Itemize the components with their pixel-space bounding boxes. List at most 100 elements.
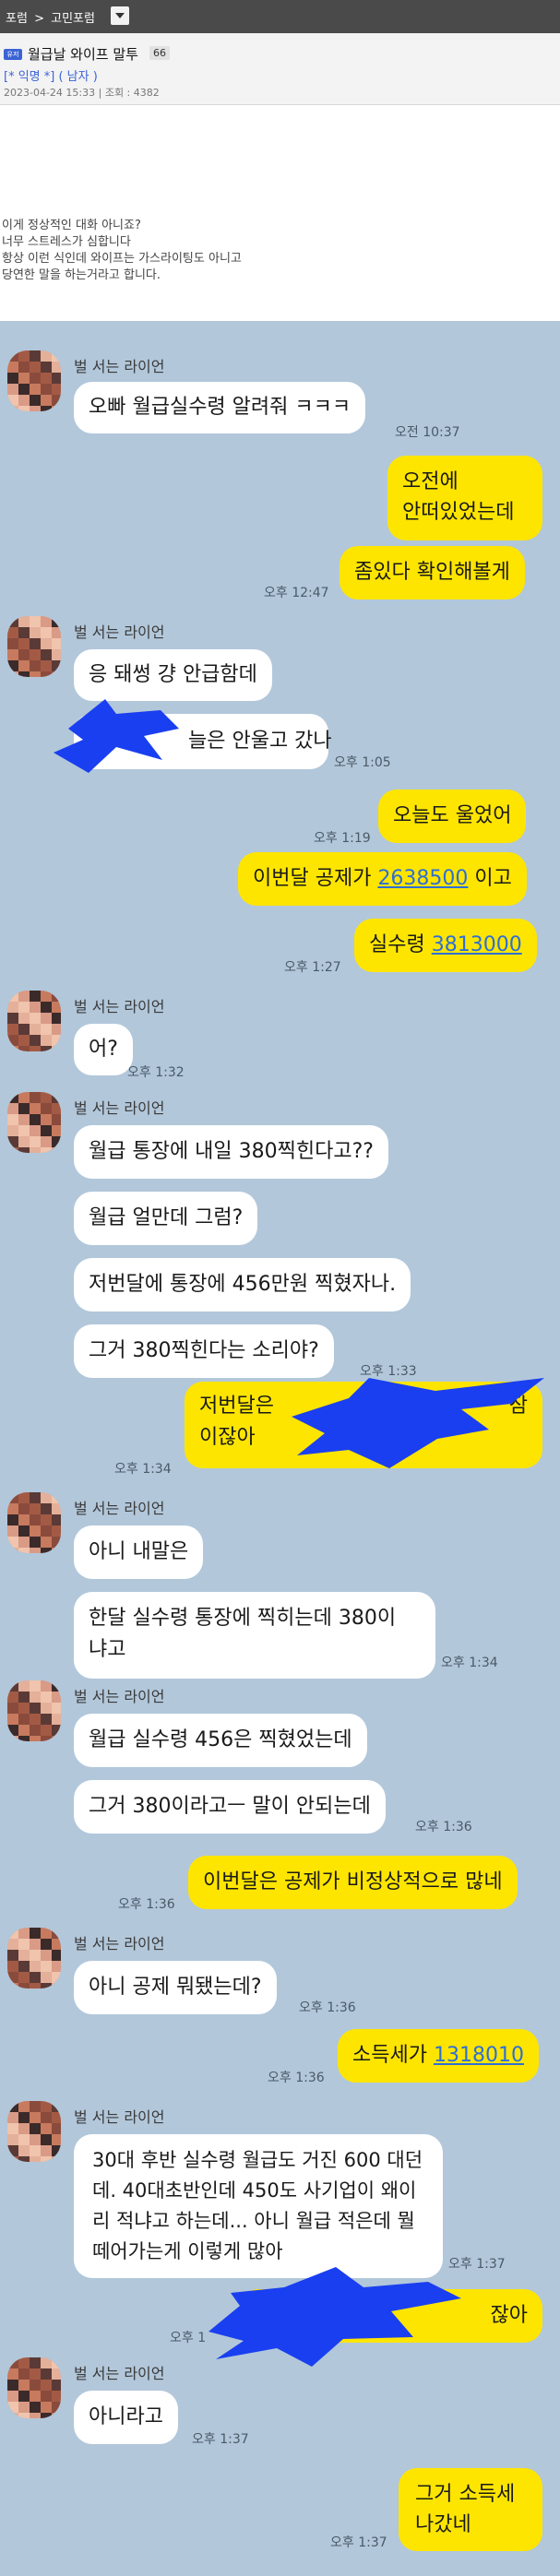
avatar-mosaic-cell bbox=[30, 1147, 41, 1153]
amount-link[interactable]: 2638500 bbox=[377, 867, 468, 890]
sender-name: 벌 서는 라이언 bbox=[74, 2365, 165, 2382]
message-bubble: 이번달은 공제가 비정상적으로 많네 bbox=[188, 1856, 518, 1909]
avatar-mosaic-cell bbox=[30, 1503, 41, 1514]
avatar-mosaic-cell bbox=[18, 1114, 30, 1125]
redaction-scribble bbox=[54, 699, 179, 773]
amount-link[interactable]: 1318010 bbox=[434, 2044, 524, 2067]
avatar-mosaic-cell bbox=[30, 1680, 41, 1692]
avatar-mosaic-cell bbox=[52, 1136, 61, 1147]
chat-screenshot: 벌 서는 라이언 오빠 월급실수령 알려줘 ㅋㅋㅋ 오전 10:37 오전에 안… bbox=[0, 321, 560, 2576]
avatar-mosaic-cell bbox=[52, 2145, 61, 2156]
avatar-mosaic-cell bbox=[52, 1092, 61, 1103]
breadcrumb-board[interactable]: 포럼 bbox=[6, 12, 28, 26]
avatar-mosaic-cell bbox=[41, 2368, 52, 2380]
avatar-mosaic-cell bbox=[52, 1725, 61, 1736]
avatar-mosaic-cell bbox=[7, 2156, 18, 2162]
avatar-mosaic-cell bbox=[41, 2391, 52, 2402]
avatar-mosaic-cell bbox=[52, 373, 61, 384]
avatar-mosaic-cell bbox=[52, 1692, 61, 1703]
avatar-mosaic-cell bbox=[52, 2413, 61, 2418]
avatar-mosaic-cell bbox=[30, 2368, 41, 2380]
avatar-mosaic-cell bbox=[7, 2357, 18, 2368]
avatar-mosaic-cell bbox=[7, 350, 18, 362]
message-text: 소득세가 bbox=[352, 2044, 434, 2067]
avatar-mosaic-cell bbox=[52, 1680, 61, 1692]
avatar-mosaic-cell bbox=[30, 660, 41, 671]
avatar-mosaic-cell bbox=[30, 1736, 41, 1741]
timestamp: 오후 1:05 bbox=[334, 755, 391, 770]
avatar-mosaic-cell bbox=[41, 649, 52, 660]
timestamp: 오후 1:36 bbox=[118, 1897, 175, 1912]
comment-count-badge[interactable]: 66 bbox=[149, 46, 170, 60]
avatar-mosaic-cell bbox=[18, 1725, 30, 1736]
timestamp: 오후 1:34 bbox=[114, 1462, 172, 1477]
timestamp: 오후 1:27 bbox=[284, 960, 341, 975]
message-bubble: 그거 380찍힌다는 소리야? bbox=[74, 1324, 334, 1378]
sender-name: 벌 서는 라이언 bbox=[74, 1500, 165, 1517]
avatar-mosaic-cell bbox=[18, 1939, 30, 1950]
avatar bbox=[7, 1092, 61, 1153]
avatar-mosaic-cell bbox=[18, 1680, 30, 1692]
avatar-mosaic-cell bbox=[52, 1046, 61, 1051]
avatar-mosaic-cell bbox=[18, 1035, 30, 1046]
avatar-mosaic-cell bbox=[18, 2134, 30, 2145]
avatar-mosaic-cell bbox=[30, 2391, 41, 2402]
message-bubble: 오빠 월급실수령 알려줘 ㅋㅋㅋ bbox=[74, 382, 366, 433]
avatar-mosaic-cell bbox=[7, 1548, 18, 1553]
avatar-mosaic-cell bbox=[52, 1703, 61, 1714]
message-text: 30대 후반 실수령 월급도 거진 600 대던데. 40대초반인데 450도 … bbox=[92, 2149, 423, 2262]
avatar-mosaic-cell bbox=[7, 1703, 18, 1714]
avatar-mosaic-cell bbox=[7, 1692, 18, 1703]
avatar-mosaic-cell bbox=[52, 1928, 61, 1939]
message-text: 이고 bbox=[468, 867, 512, 890]
avatar-mosaic-cell bbox=[30, 2156, 41, 2162]
avatar-mosaic-cell bbox=[41, 1046, 52, 1051]
breadcrumb-sub[interactable]: 고민포럼 bbox=[51, 12, 95, 26]
post-title: 월급날 와이프 말투 bbox=[28, 46, 138, 63]
body-line: 이게 정상적인 대화 아니죠? bbox=[2, 219, 141, 232]
message-text: 실수령 bbox=[369, 933, 432, 956]
avatar-mosaic-cell bbox=[52, 395, 61, 406]
avatar-mosaic-cell bbox=[18, 1548, 30, 1553]
avatar-mosaic-cell bbox=[30, 1950, 41, 1961]
avatar-mosaic-cell bbox=[7, 2101, 18, 2112]
avatar-mosaic-cell bbox=[52, 1103, 61, 1114]
avatar-mosaic-cell bbox=[30, 638, 41, 649]
avatar-mosaic-cell bbox=[18, 2123, 30, 2134]
avatar-mosaic-cell bbox=[41, 638, 52, 649]
message-bubble: 아니 내말은 bbox=[74, 1525, 204, 1579]
timestamp: 오후 1:19 bbox=[314, 831, 371, 846]
message-text: 한달 실수령 통장에 찍히는데 380이 냐고 bbox=[89, 1607, 397, 1661]
amount-link[interactable]: 3813000 bbox=[432, 933, 522, 956]
avatar-mosaic-cell bbox=[30, 1725, 41, 1736]
avatar-mosaic-cell bbox=[18, 2145, 30, 2156]
avatar-mosaic-cell bbox=[41, 627, 52, 638]
timestamp: 오후 1:36 bbox=[268, 2071, 325, 2085]
avatar-mosaic-cell bbox=[52, 1125, 61, 1136]
avatar bbox=[7, 2357, 61, 2418]
avatar-mosaic-cell bbox=[41, 2380, 52, 2391]
avatar-mosaic-cell bbox=[7, 660, 18, 671]
message-bubble: 그거 소득세 나갔네 bbox=[399, 2468, 542, 2551]
avatar-mosaic-cell bbox=[41, 2156, 52, 2162]
avatar-mosaic-cell bbox=[52, 1714, 61, 1725]
avatar-mosaic-cell bbox=[18, 1525, 30, 1537]
message-bubble: 월급 통장에 내일 380찍힌다고?? bbox=[74, 1125, 388, 1179]
chevron-down-icon[interactable] bbox=[111, 6, 129, 25]
avatar-mosaic-cell bbox=[41, 1136, 52, 1147]
avatar-mosaic-cell bbox=[41, 1950, 52, 1961]
post-body: 이게 정상적인 대화 아니죠? 너무 스트레스가 심합니다 항상 이런 식인데 … bbox=[2, 218, 555, 284]
avatar-mosaic-cell bbox=[41, 1714, 52, 1725]
redaction-scribble bbox=[292, 1378, 544, 1468]
message-bubble: 어? bbox=[74, 1024, 133, 1075]
avatar-mosaic-cell bbox=[7, 616, 18, 627]
avatar-mosaic-cell bbox=[18, 2380, 30, 2391]
avatar-mosaic-cell bbox=[52, 1939, 61, 1950]
avatar-mosaic-cell bbox=[52, 2101, 61, 2112]
avatar-mosaic-cell bbox=[41, 2145, 52, 2156]
avatar-mosaic-cell bbox=[52, 1972, 61, 1983]
avatar-mosaic-cell bbox=[41, 1114, 52, 1125]
post-author: [* 익명 *] ( 남자 ) bbox=[4, 70, 98, 84]
avatar-mosaic-cell bbox=[41, 1092, 52, 1103]
avatar-mosaic-cell bbox=[18, 638, 30, 649]
